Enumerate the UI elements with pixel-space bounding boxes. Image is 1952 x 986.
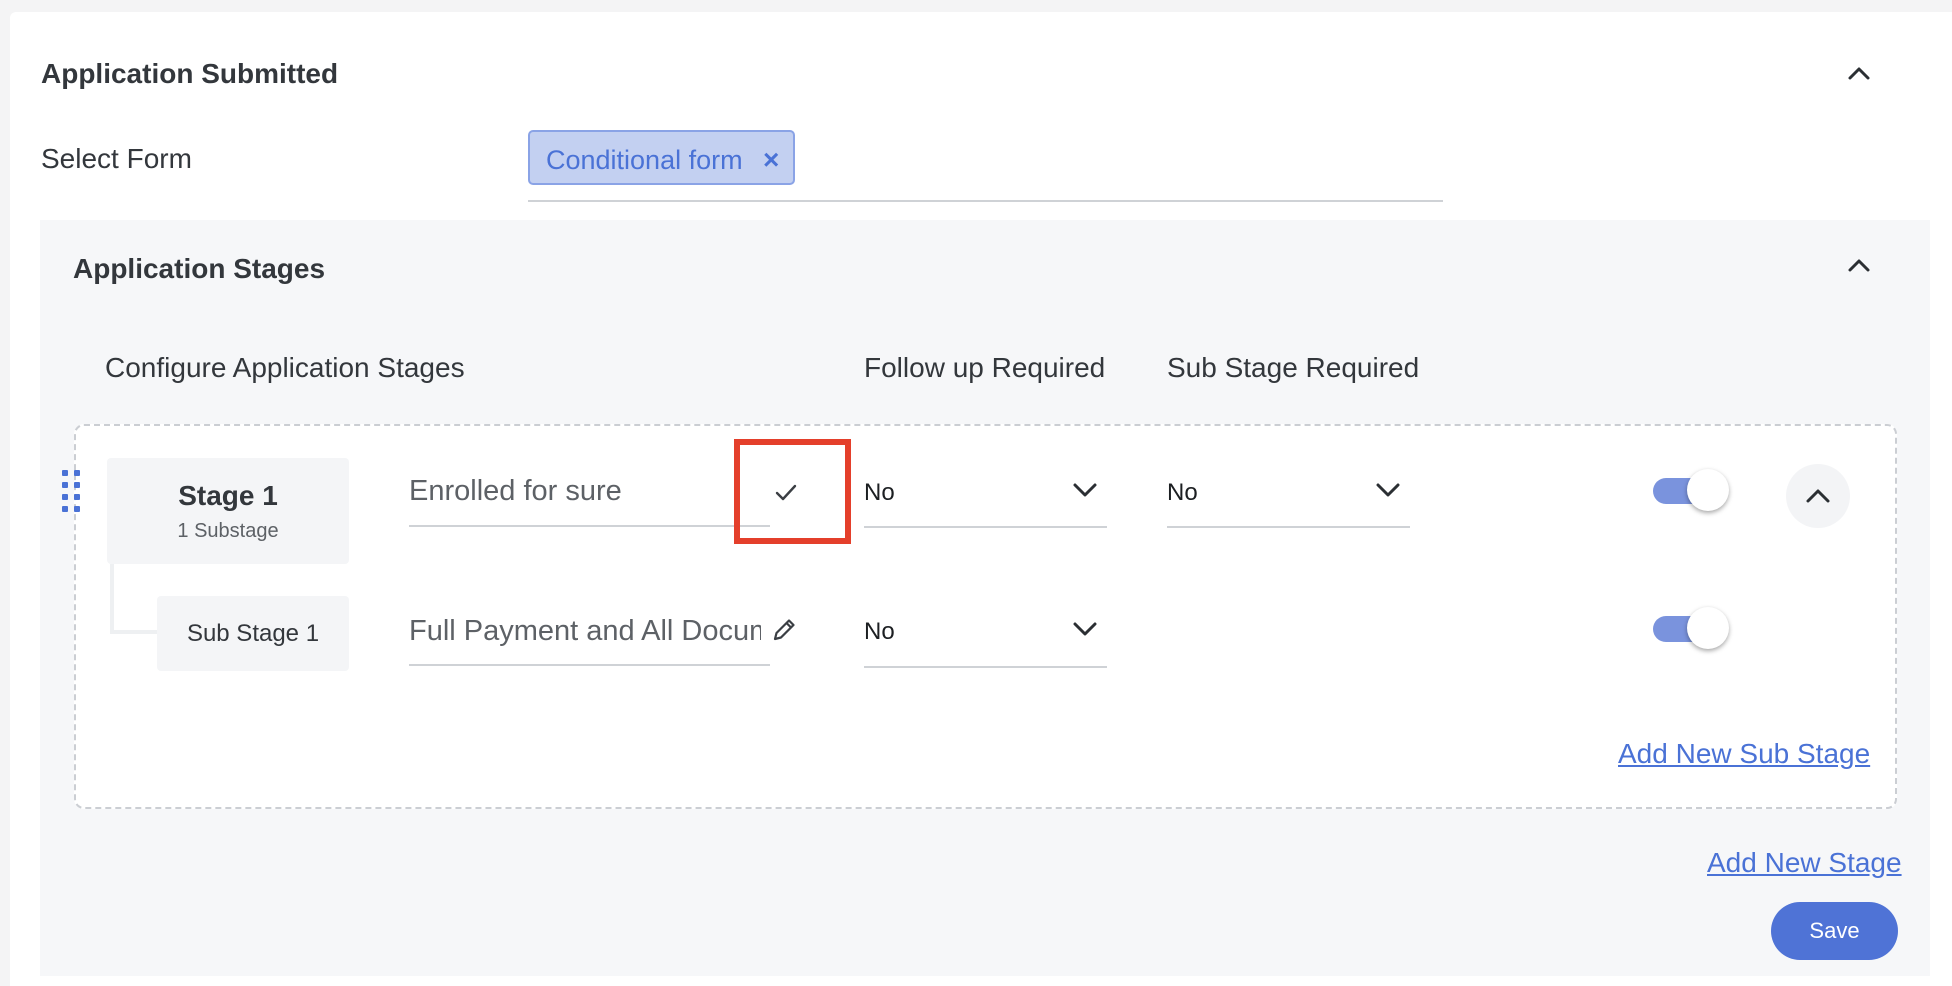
select-form-underline (528, 200, 1443, 202)
pencil-icon[interactable] (770, 614, 800, 644)
stage-name: Stage 1 (178, 480, 278, 511)
sub-stage-enabled-toggle[interactable] (1653, 607, 1729, 649)
column-header-follow-up: Follow up Required (864, 352, 1106, 383)
collapse-stage-button[interactable] (1786, 464, 1850, 528)
add-new-stage-link[interactable]: Add New Stage (1707, 847, 1902, 879)
substage-connector (110, 630, 158, 634)
stage-sub-stage-select[interactable]: No (1167, 479, 1198, 507)
collapse-section-chevron-up-icon[interactable] (1839, 53, 1879, 93)
sub-follow-up-underline (864, 666, 1107, 668)
sub-stage-name: Sub Stage 1 (186, 620, 320, 647)
follow-up-underline (864, 526, 1107, 528)
selected-form-chip-label: Conditional form (546, 145, 743, 175)
chevron-down-icon[interactable] (1069, 474, 1101, 506)
collapse-stages-chevron-up-icon[interactable] (1839, 245, 1879, 285)
drag-handle-icon[interactable] (60, 470, 84, 514)
highlight-box (734, 439, 851, 544)
stage-card: Stage 1 1 Substage (107, 458, 349, 564)
stages-panel-title: Application Stages (73, 253, 326, 284)
chevron-down-icon[interactable] (1372, 474, 1404, 506)
select-form-label: Select Form (41, 143, 192, 174)
stage-enabled-toggle[interactable] (1653, 469, 1729, 511)
selected-form-chip[interactable]: Conditional form × (528, 130, 795, 185)
stage-name-input[interactable]: Enrolled for sure (409, 475, 769, 508)
save-button[interactable]: Save (1771, 902, 1898, 960)
sub-stage-name-input[interactable]: Full Payment and All Docum (409, 615, 761, 648)
column-header-sub-stage: Sub Stage Required (1167, 352, 1420, 383)
toggle-knob (1687, 469, 1729, 511)
sub-stage-follow-up-select[interactable]: No (864, 618, 895, 646)
sub-stage-card: Sub Stage 1 (157, 596, 349, 671)
stage-follow-up-select[interactable]: No (864, 479, 895, 507)
section-title: Application Submitted (41, 58, 339, 89)
stage-input-underline (409, 525, 770, 527)
column-header-configure: Configure Application Stages (105, 352, 465, 383)
toggle-knob (1687, 607, 1729, 649)
chip-close-icon[interactable]: × (763, 144, 779, 176)
sub-stage-input-underline (409, 664, 770, 666)
sub-stage-underline (1167, 526, 1410, 528)
substage-count: 1 Substage (177, 520, 279, 542)
chevron-down-icon[interactable] (1069, 613, 1101, 645)
substage-connector (110, 564, 114, 634)
add-new-sub-stage-link[interactable]: Add New Sub Stage (1618, 738, 1870, 770)
chevron-up-icon (1806, 489, 1830, 503)
